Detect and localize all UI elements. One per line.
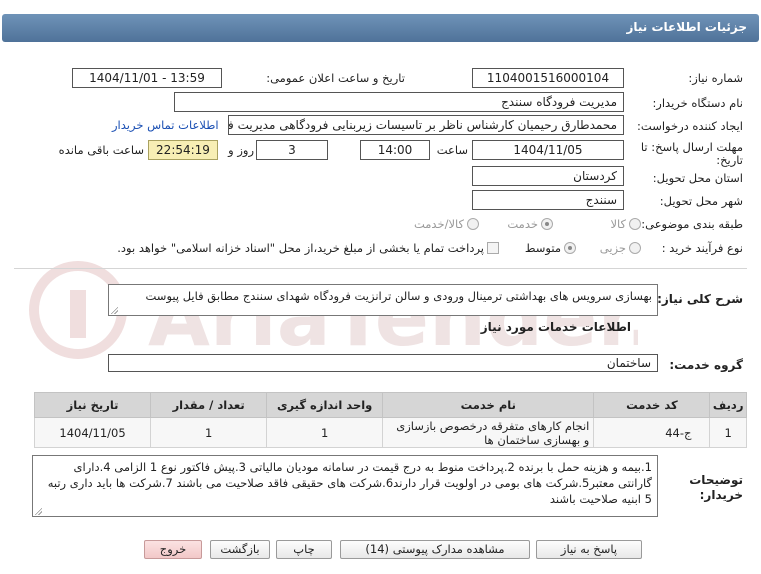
divider [14,268,747,269]
process-option-minor: جزیی [599,241,626,255]
province-field: کردستان [472,166,624,186]
treasury-checkbox[interactable] [487,242,499,254]
deadline-time-label: ساعت [436,143,468,157]
service-group-label: گروه خدمت: [669,358,743,372]
description-text: بهسازی سرویس های بهداشتی ترمینال ورودی و… [145,289,652,303]
exit-button[interactable]: خروج [144,540,202,559]
services-table: ردیف کد خدمت نام خدمت واحد اندازه گیری ت… [33,392,747,448]
services-section-title: اطلاعات خدمات مورد نیاز [480,320,631,334]
print-button[interactable]: چاپ [276,540,332,559]
process-label: نوع فرآیند خرید : [661,241,743,255]
buyer-notes-text: 1.بیمه و هزینه حمل با برنده 2.پرداخت منو… [47,460,652,506]
view-documents-button[interactable]: مشاهده مدارک پیوستی (14) [340,540,530,559]
need-number-field: 1104001516000104 [472,68,624,88]
notes-resize-handle[interactable] [34,507,42,515]
category-radio-goods-service[interactable] [467,218,479,230]
city-label: شهر محل تحویل: [659,194,743,208]
col-header-unit: واحد اندازه گیری [266,392,384,418]
deadline-label-date: تاریخ: [716,153,743,167]
category-option-goods: کالا [610,217,626,231]
cell-quantity: 1 [150,417,268,448]
resize-handle[interactable] [110,306,118,314]
province-label: استان محل تحویل: [652,171,743,185]
buyer-field: مدیریت فرودگاه سنندج [174,92,624,112]
service-group-field: ساختمان [108,354,658,372]
col-header-name: نام خدمت [382,392,595,418]
buyer-notes-label: توضیحات [689,473,743,487]
process-option-medium: متوسط [524,241,561,255]
category-option-service: خدمت [507,217,538,231]
table-row: 1 ج-44 انجام کارهای متفرقه درخصوص بازساز… [33,417,747,448]
need-number-label: شماره نیاز: [688,71,743,85]
cell-code: ج-44 [593,417,711,448]
header-band: جزئیات اطلاعات نیاز [2,14,759,42]
description-label: شرح کلی نیاز: [657,292,743,306]
process-radio-minor[interactable] [629,242,641,254]
announce-label: تاریخ و ساعت اعلان عمومی: [266,71,405,85]
city-field: سنندج [472,190,624,210]
cell-row: 1 [709,417,747,448]
deadline-time-field: 14:00 [360,140,430,160]
buyer-notes-label-2: خریدار: [699,488,743,502]
col-header-code: کد خدمت [593,392,711,418]
announce-field: 1404/11/01 - 13:59 [72,68,222,88]
remaining-label: ساعت باقی مانده [58,143,144,157]
deadline-label: مهلت ارسال پاسخ: تا [640,140,743,154]
buyer-contact-link[interactable]: اطلاعات تماس خریدار [112,118,219,132]
process-radio-medium[interactable] [564,242,576,254]
col-header-quantity: تعداد / مقدار [150,392,268,418]
buyer-notes-textarea[interactable]: 1.بیمه و هزینه حمل با برنده 2.پرداخت منو… [32,455,658,517]
category-radio-service[interactable] [541,218,553,230]
page-title: جزئیات اطلاعات نیاز [626,20,747,34]
creator-label: ایجاد کننده درخواست: [637,119,743,133]
remaining-time-field: 22:54:19 [148,140,218,160]
category-label: طبقه بندی موضوعی: [641,217,743,231]
description-textarea[interactable]: بهسازی سرویس های بهداشتی ترمینال ورودی و… [108,284,658,316]
cell-unit: 1 [266,417,384,448]
cell-date: 1404/11/05 [33,417,152,448]
page-header: جزئیات اطلاعات نیاز [0,0,761,44]
col-header-row: ردیف [709,392,747,418]
back-button[interactable]: بازگشت [210,540,270,559]
reply-button[interactable]: پاسخ به نیاز [536,540,642,559]
category-option-goods-service: کالا/خدمت [413,217,464,231]
col-header-date: تاریخ نیاز [33,392,152,418]
buyer-label: نام دستگاه خریدار: [652,96,743,110]
days-field: 3 [256,140,328,160]
days-label: روز و [228,143,254,157]
creator-field: محمدطارق رحیمیان کارشناس ناظر بر تاسیسات… [228,115,624,135]
cell-name: انجام کارهای متفرقه درخصوص بازسازی و بهس… [382,417,595,448]
category-radio-goods[interactable] [629,218,641,230]
deadline-date-field: 1404/11/05 [472,140,624,160]
treasury-note: پرداخت تمام یا بخشی از مبلغ خرید،از محل … [117,241,484,255]
